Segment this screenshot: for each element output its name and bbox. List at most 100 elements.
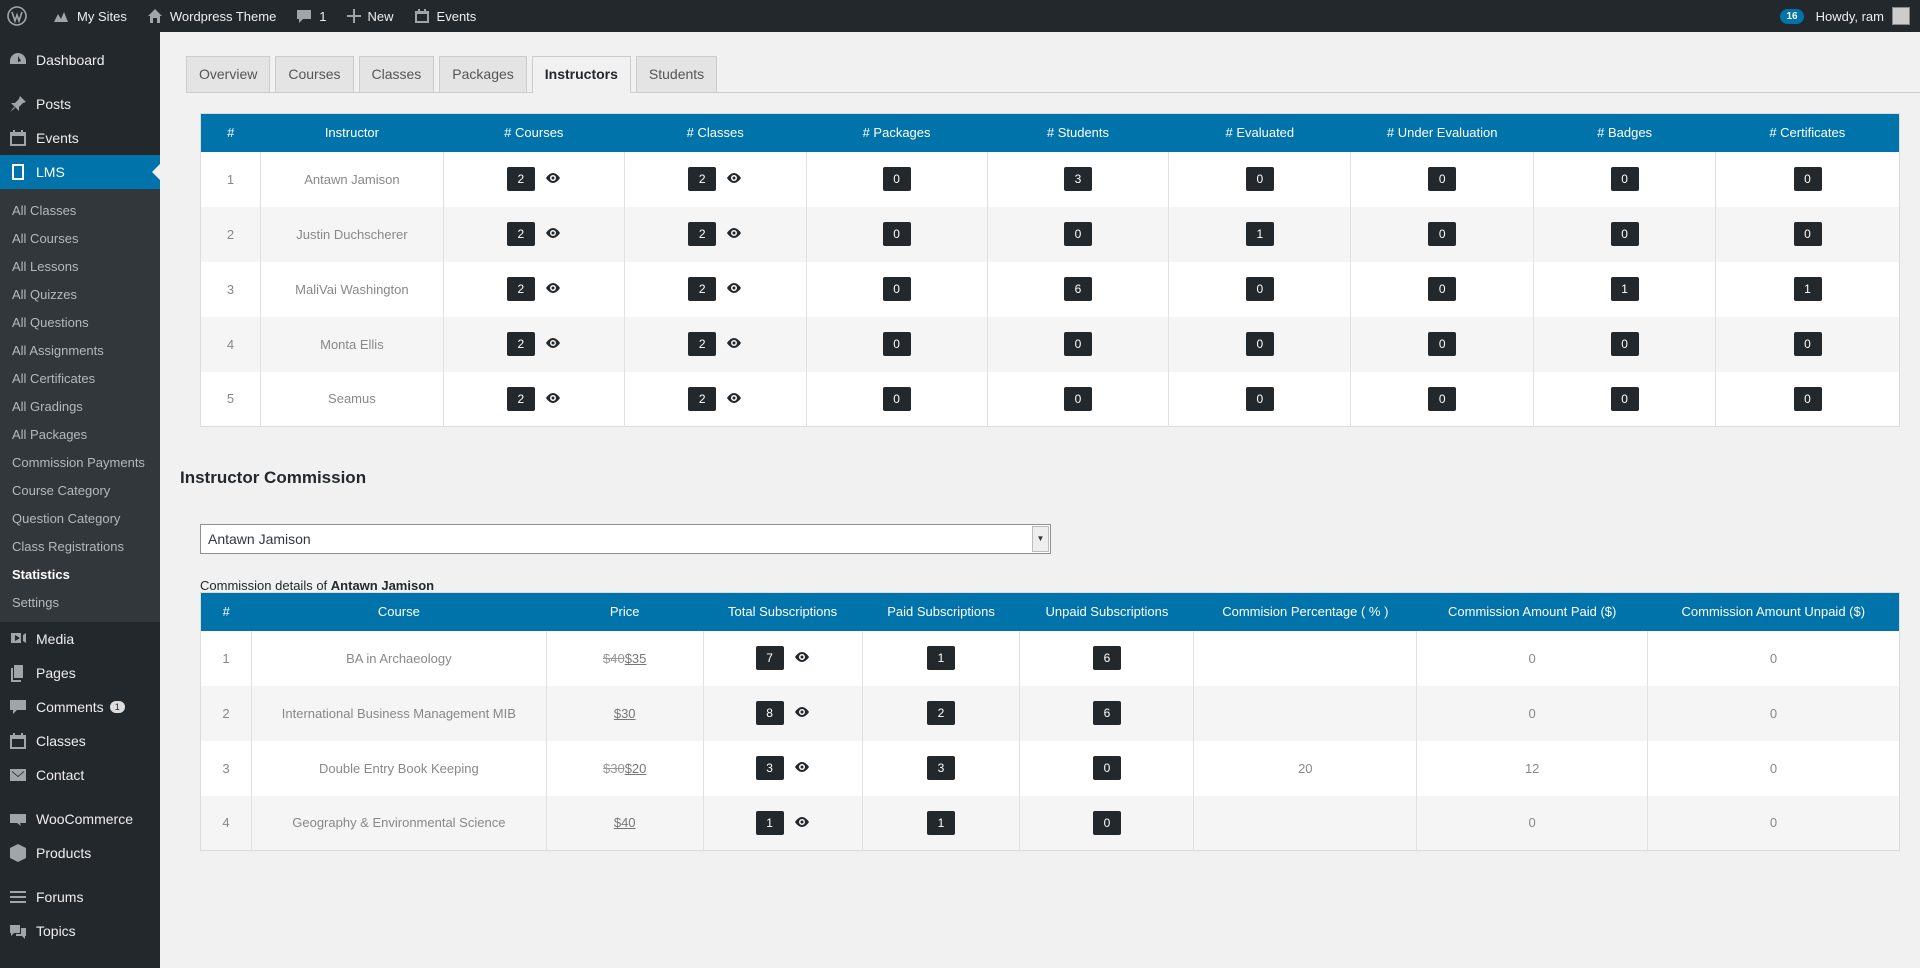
lms-submenu: All Classes All Courses All Lessons All … xyxy=(0,189,160,622)
view-eye-icon[interactable] xyxy=(545,392,561,407)
menu-contact[interactable]: Contact xyxy=(0,758,160,792)
count-cell: 0 xyxy=(805,316,987,372)
count-badge: 0 xyxy=(1428,277,1457,301)
row-number: 2 xyxy=(200,206,261,262)
sale-price[interactable]: $30 xyxy=(614,706,636,721)
count-badge: 2 xyxy=(688,386,717,411)
count-badge: 0 xyxy=(1245,277,1274,301)
count-badge: 6 xyxy=(1063,277,1092,301)
events-link[interactable]: Events xyxy=(404,0,487,32)
menu-pages[interactable]: Pages xyxy=(0,656,160,690)
comments-badge: 1 xyxy=(109,701,125,713)
sub-all-lessons[interactable]: All Lessons xyxy=(0,253,160,281)
wordpress-logo-icon[interactable] xyxy=(0,0,42,32)
view-eye-icon[interactable] xyxy=(726,282,742,297)
view-eye-icon[interactable] xyxy=(545,227,561,242)
menu-events[interactable]: Events xyxy=(0,121,160,155)
row-number: 3 xyxy=(226,281,235,297)
my-sites-label: My Sites xyxy=(77,8,127,24)
count-cell: 0 xyxy=(1168,371,1351,427)
menu-products[interactable]: Products xyxy=(0,836,160,870)
count-badge: 0 xyxy=(882,332,911,356)
sub-all-gradings[interactable]: All Gradings xyxy=(0,393,160,421)
sub-all-questions[interactable]: All Questions xyxy=(0,309,160,337)
menu-forums-label: Forums xyxy=(36,889,84,905)
menu-classes[interactable]: Classes xyxy=(0,724,160,758)
chevron-down-icon[interactable]: ▼ xyxy=(1032,526,1049,552)
count-badge: 1 xyxy=(927,646,956,670)
site-name-link[interactable]: Wordpress Theme xyxy=(137,0,286,32)
sale-price[interactable]: $40 xyxy=(614,815,636,830)
sub-course-category[interactable]: Course Category xyxy=(0,477,160,505)
count-badge: 0 xyxy=(1793,332,1822,356)
sub-commission-payments[interactable]: Commission Payments xyxy=(0,449,160,477)
sub-all-packages[interactable]: All Packages xyxy=(0,421,160,449)
sub-all-certificates[interactable]: All Certificates xyxy=(0,365,160,393)
view-eye-icon[interactable] xyxy=(794,761,810,776)
view-eye-icon[interactable] xyxy=(726,227,742,242)
tab-packages[interactable]: Packages xyxy=(439,56,527,92)
instructors-table-header: # Instructor # Courses # Classes # Packages #… xyxy=(200,113,1900,152)
view-eye-icon[interactable] xyxy=(545,172,561,187)
row-number: 2 xyxy=(200,685,252,741)
menu-comments[interactable]: Comments 1 xyxy=(0,690,160,724)
row-number: 4 xyxy=(200,795,252,851)
view-eye-icon[interactable] xyxy=(794,706,810,721)
howdy-user-link[interactable]: Howdy, ram xyxy=(1816,9,1884,24)
view-eye-icon[interactable] xyxy=(545,337,561,352)
menu-media[interactable]: Media xyxy=(0,622,160,656)
menu-forums[interactable]: Forums xyxy=(0,880,160,914)
sub-question-category[interactable]: Question Category xyxy=(0,505,160,533)
instructor-select[interactable]: Antawn Jamison ▼ xyxy=(200,524,1051,554)
count-cell: 0 xyxy=(1715,151,1900,207)
updates-count-badge[interactable]: 16 xyxy=(1780,8,1804,24)
table-row: 3 MaliVai Washington 2 2 0 6 0 0 1 1 xyxy=(201,261,1900,317)
count-cell: 0 xyxy=(805,371,987,427)
sub-all-courses[interactable]: All Courses xyxy=(0,225,160,253)
sub-all-classes[interactable]: All Classes xyxy=(0,197,160,225)
sub-settings[interactable]: Settings xyxy=(0,589,160,617)
count-badge: 0 xyxy=(1092,810,1121,835)
tab-courses[interactable]: Courses xyxy=(275,56,354,92)
view-eye-icon[interactable] xyxy=(794,816,810,831)
table-row: 1 BA in Archaeology $40$35 7 1 6 0 0 xyxy=(201,630,1900,686)
pages-icon xyxy=(11,665,23,682)
sub-statistics[interactable]: Statistics xyxy=(0,561,160,589)
tab-classes[interactable]: Classes xyxy=(358,56,435,92)
avatar[interactable] xyxy=(1892,7,1910,25)
sub-all-assignments[interactable]: All Assignments xyxy=(0,337,160,365)
sub-class-registrations[interactable]: Class Registrations xyxy=(0,533,160,561)
dashboard-icon xyxy=(10,53,26,64)
count-badge: 0 xyxy=(1245,167,1274,191)
column-header: Commision Percentage ( % ) xyxy=(1193,592,1417,631)
sub-all-quizzes[interactable]: All Quizzes xyxy=(0,281,160,309)
sale-price[interactable]: $35 xyxy=(625,651,647,666)
count-badge: 1 xyxy=(1245,222,1274,246)
view-eye-icon[interactable] xyxy=(726,172,742,187)
count-badge: 0 xyxy=(882,277,911,301)
sale-price[interactable]: $20 xyxy=(625,761,647,776)
menu-posts[interactable]: Posts xyxy=(0,87,160,121)
count-cell: 0 xyxy=(1350,371,1534,427)
count-cell: 2 xyxy=(442,371,625,427)
tab-students[interactable]: Students xyxy=(635,56,718,92)
tab-instructors[interactable]: Instructors xyxy=(531,56,631,93)
commission-amount-paid: 12 xyxy=(1416,740,1648,796)
view-eye-icon[interactable] xyxy=(545,282,561,297)
my-sites-link[interactable]: My Sites xyxy=(42,0,137,32)
count-badge: 1 xyxy=(1610,277,1639,301)
tab-overview[interactable]: Overview xyxy=(186,56,271,92)
commission-percentage xyxy=(1193,630,1417,686)
menu-events-label: Events xyxy=(36,130,79,146)
new-content-link[interactable]: New xyxy=(337,0,404,32)
menu-woocommerce[interactable]: WooCommerce xyxy=(0,802,160,836)
view-eye-icon[interactable] xyxy=(726,337,742,352)
menu-lms[interactable]: LMS xyxy=(0,155,160,189)
view-eye-icon[interactable] xyxy=(726,392,742,407)
view-eye-icon[interactable] xyxy=(794,651,810,666)
pushpin-icon xyxy=(10,96,26,112)
comments-link[interactable]: 1 xyxy=(286,0,336,32)
menu-products-label: Products xyxy=(36,845,92,861)
menu-topics[interactable]: Topics xyxy=(0,914,160,948)
menu-dashboard[interactable]: Dashboard xyxy=(0,43,160,77)
